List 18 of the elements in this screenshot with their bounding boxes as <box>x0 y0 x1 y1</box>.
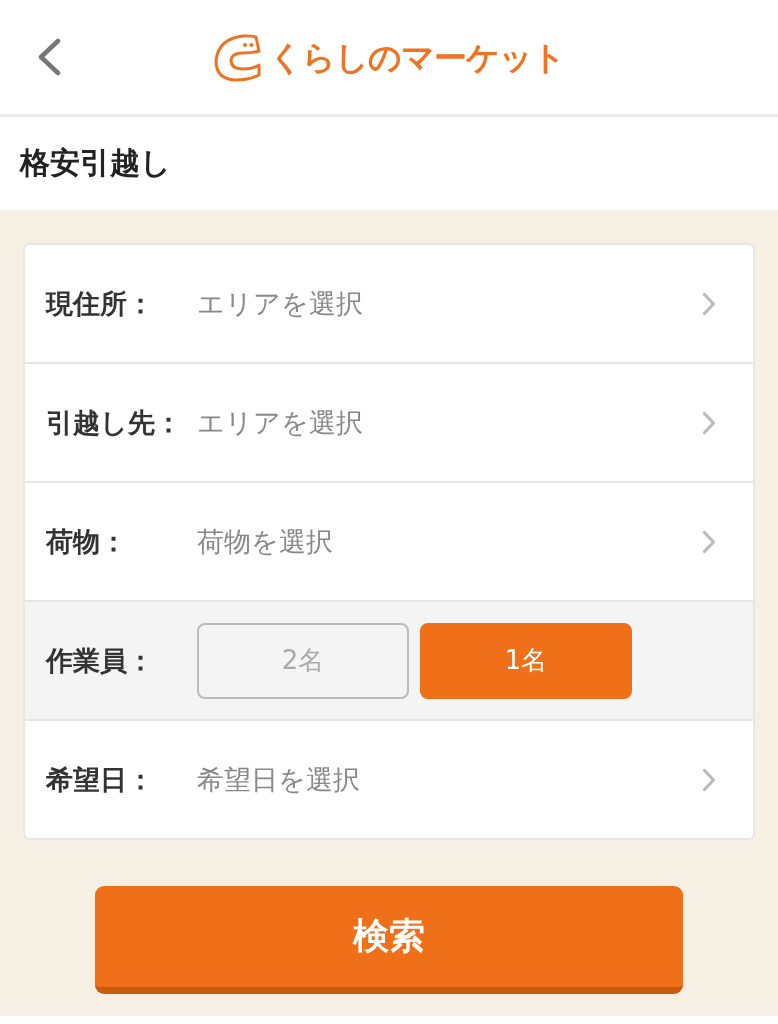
chevron-right-icon <box>702 767 716 792</box>
placeholder-text: エリアを選択 <box>197 405 364 440</box>
logo-icon <box>213 34 263 82</box>
placeholder-text: 希望日を選択 <box>197 762 361 797</box>
select-row[interactable]: 現住所： エリアを選択 <box>25 245 753 364</box>
logo-text: くらしのマーケット <box>269 38 565 78</box>
field-label: 作業員： <box>46 643 155 678</box>
field-label: 引越し先： <box>46 405 183 440</box>
placeholder-text: エリアを選択 <box>197 286 364 321</box>
field-label: 現住所： <box>46 286 155 321</box>
chevron-right-icon <box>702 529 716 554</box>
chevron-right-icon <box>702 410 716 435</box>
page-title: 格安引越し <box>20 144 171 182</box>
field-label: 希望日： <box>46 762 155 797</box>
field-label: 荷物： <box>46 524 128 559</box>
placeholder-text: 荷物を選択 <box>197 524 334 559</box>
chevron-right-icon <box>702 291 716 316</box>
back-icon[interactable] <box>37 38 61 76</box>
